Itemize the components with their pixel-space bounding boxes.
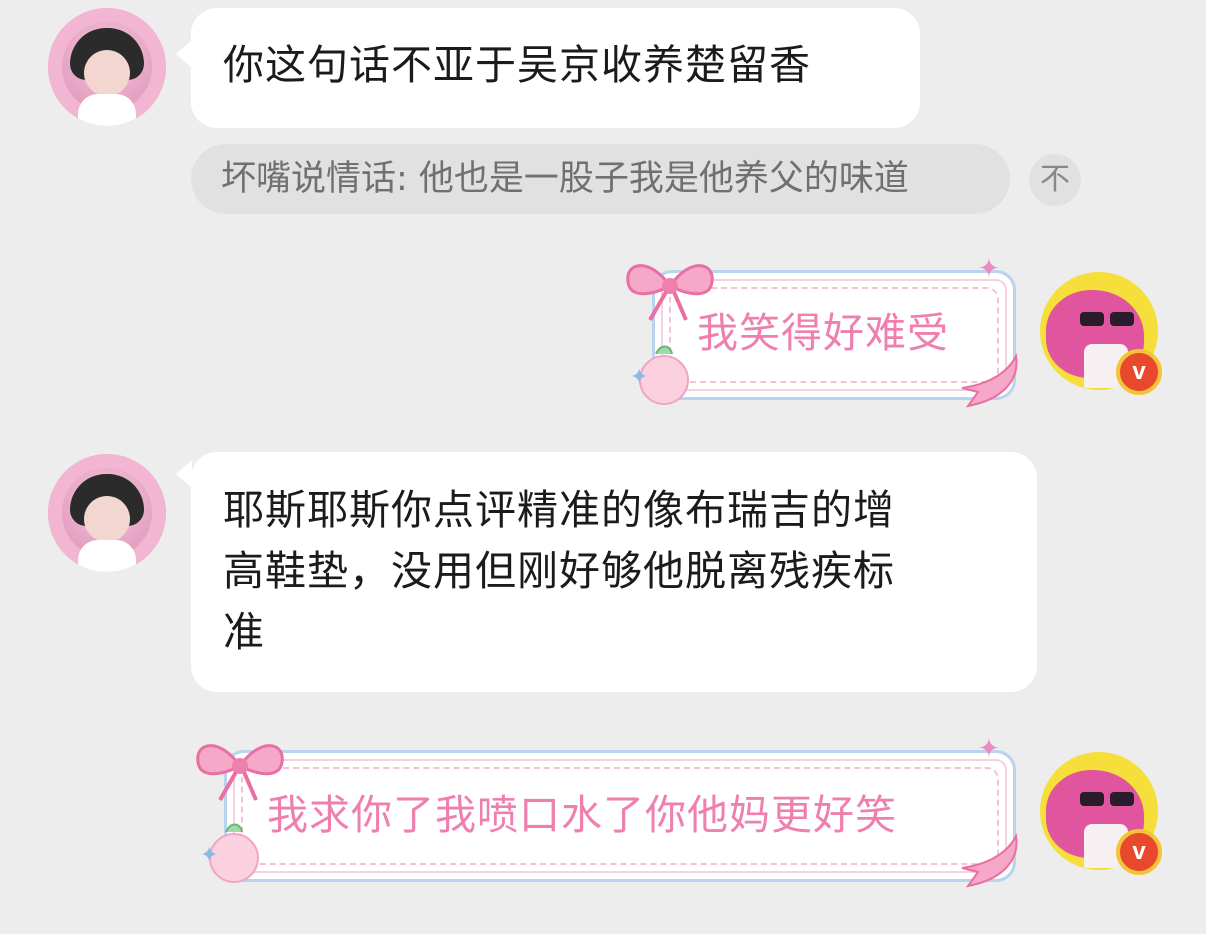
message-line: 高鞋垫，没用但刚好够他脱离残疾标 <box>223 547 895 595</box>
svg-text:✦: ✦ <box>200 843 218 868</box>
avatar-left[interactable] <box>48 454 166 572</box>
sparkle-icon: ✦ <box>978 734 1000 764</box>
ribbon-icon <box>961 832 1018 888</box>
verified-badge-icon: v <box>1116 829 1162 875</box>
jump-icon: 不 <box>1040 162 1070 197</box>
peach-icon: ✦ <box>630 345 689 405</box>
message-bubble-right[interactable]: 我求你了我喷口水了你他妈更好笑 <box>224 750 1016 882</box>
message-text: 我笑得好难受 <box>697 309 949 357</box>
message-bubble-left[interactable]: 耶斯耶斯你点评精准的像布瑞吉的增 高鞋垫，没用但刚好够他脱离残疾标 准 <box>191 452 1037 692</box>
ribbon-icon <box>961 352 1018 408</box>
bow-icon <box>196 744 284 801</box>
bow-icon <box>626 264 714 321</box>
svg-text:✦: ✦ <box>630 365 648 390</box>
jump-to-quote-button[interactable]: 不 <box>1029 154 1081 206</box>
avatar-left[interactable] <box>48 8 166 126</box>
message-line: 准 <box>223 608 265 656</box>
quoted-message[interactable]: 坏嘴说情话: 他也是一股子我是他养父的味道 <box>191 144 1010 214</box>
sparkle-icon: ✦ <box>978 254 1000 284</box>
message-text: 我求你了我喷口水了你他妈更好笑 <box>267 791 897 839</box>
bubble-tail <box>176 40 192 68</box>
quoted-text: 坏嘴说情话: 他也是一股子我是他养父的味道 <box>221 159 909 199</box>
bubble-tail <box>176 460 192 488</box>
message-line: 耶斯耶斯你点评精准的像布瑞吉的增 <box>223 486 895 534</box>
message-text: 你这句话不亚于吴京收养楚留香 <box>223 41 811 89</box>
message-bubble-left[interactable]: 你这句话不亚于吴京收养楚留香 <box>191 8 920 128</box>
peach-icon: ✦ <box>200 823 259 883</box>
verified-badge-icon: v <box>1116 349 1162 395</box>
